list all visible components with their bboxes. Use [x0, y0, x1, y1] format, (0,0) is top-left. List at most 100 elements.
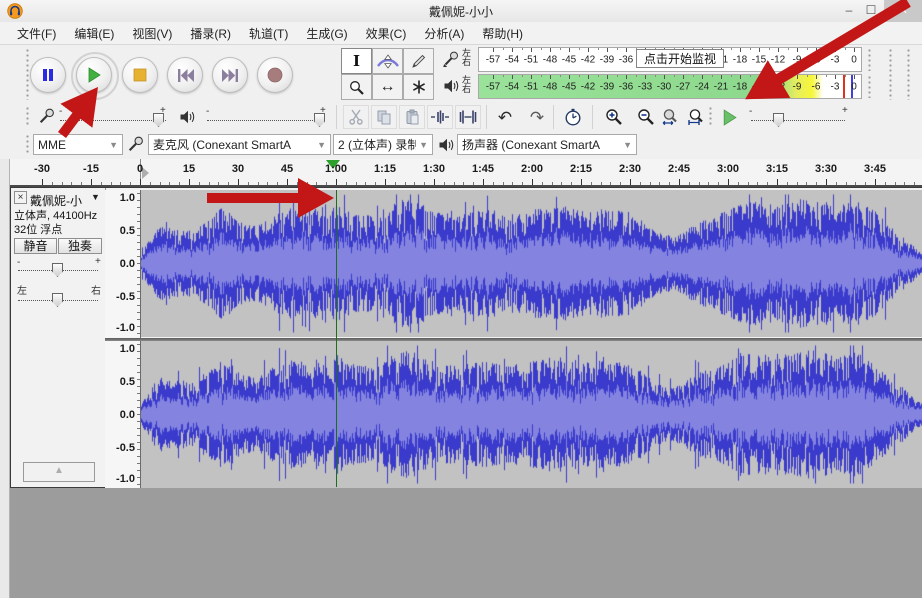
timeline-tick: [385, 179, 386, 185]
pause-button[interactable]: [30, 57, 66, 93]
empty-track-area: [10, 488, 922, 598]
menu-item[interactable]: 帮助(H): [473, 22, 532, 44]
meter-tick-minor: [845, 75, 846, 77]
paste-button[interactable]: [399, 105, 425, 129]
undo-button[interactable]: ↶: [492, 105, 518, 129]
meter-tick: [626, 75, 627, 79]
meter-tick-minor: [693, 75, 694, 77]
toolbar-separator: [486, 105, 487, 129]
meter-scale-label: -12: [771, 54, 785, 65]
zoom-tool-button[interactable]: [341, 74, 372, 100]
mute-button[interactable]: 静音: [14, 238, 57, 254]
menu-item[interactable]: 编辑(E): [65, 22, 123, 44]
menu-item[interactable]: 轨道(T): [240, 22, 297, 44]
audio-host-value: MME: [38, 138, 66, 152]
minimize-button[interactable]: –: [838, 0, 860, 22]
playback-meter-bar[interactable]: -57-54-51-48-45-42-39-36-33-30-27-24-21-…: [478, 74, 862, 99]
track-menu-dropdown[interactable]: ▼: [91, 192, 100, 202]
redo-button[interactable]: ↷: [524, 105, 550, 129]
timeline-ruler[interactable]: -30-1501530451:001:151:301:452:002:152:3…: [10, 159, 922, 187]
time-shift-tool-button[interactable]: ↔: [372, 74, 403, 100]
meter-tick: [835, 48, 836, 52]
copy-button[interactable]: [371, 105, 397, 129]
mixer-toolbar-grip[interactable]: [25, 106, 31, 127]
trim-audio-button[interactable]: [427, 105, 453, 129]
meter-tick-minor: [750, 48, 751, 50]
close-button[interactable]: ✕: [884, 0, 922, 22]
timeline-tick-minor: [503, 182, 504, 185]
play-at-speed-grip[interactable]: [708, 106, 714, 127]
silence-audio-button[interactable]: [455, 105, 481, 129]
paste-icon: [404, 109, 420, 125]
zoom-out-icon: [637, 108, 655, 126]
track-collapse-button[interactable]: ▲: [23, 462, 95, 482]
menu-item[interactable]: 播录(R): [181, 22, 240, 44]
playback-meter[interactable]: 左右 -57-54-51-48-45-42-39-36-33-30-27-24-…: [441, 73, 882, 100]
menu-item[interactable]: 生成(G): [297, 22, 356, 44]
pan-slider-thumb[interactable]: [52, 293, 63, 307]
record-icon: [267, 67, 283, 83]
input-device-select[interactable]: 麦克风 (Conexant SmartA▼: [148, 134, 331, 155]
playback-meter-grip[interactable]: [867, 75, 873, 98]
draw-tool-button[interactable]: [403, 48, 434, 74]
playback-cursor-line: [336, 190, 337, 487]
meter-tick-minor: [598, 48, 599, 50]
menu-item[interactable]: 分析(A): [415, 22, 473, 44]
fit-project-button[interactable]: [657, 105, 683, 129]
meter-scale-label: -3: [831, 54, 840, 65]
solo-button[interactable]: 独奏: [58, 238, 102, 254]
stop-button[interactable]: [122, 57, 158, 93]
maximize-button[interactable]: ☐: [860, 0, 882, 22]
selection-tool-button[interactable]: I: [341, 48, 372, 74]
amplitude-label: 0.5: [120, 225, 135, 237]
audio-host-select[interactable]: MME▼: [33, 134, 123, 155]
meter-tick: [854, 48, 855, 52]
timeline-tick-minor: [277, 182, 278, 185]
amplitude-ruler-right-channel[interactable]: 1.00.50.0-0.5-1.0: [105, 341, 141, 488]
timeline-tick-minor: [904, 182, 905, 185]
playback-volume-slider-track[interactable]: [207, 120, 325, 121]
menu-item[interactable]: 效果(C): [357, 22, 416, 44]
speed-slider-min-label: -: [749, 107, 752, 117]
track-close-button[interactable]: ×: [14, 191, 27, 204]
meter-scale-label: -21: [714, 81, 728, 92]
envelope-tool-button[interactable]: [372, 48, 403, 74]
menu-item[interactable]: 视图(V): [123, 22, 181, 44]
toolbar-dock-grip-2[interactable]: [906, 48, 912, 100]
input-channels-select[interactable]: 2 (立体声) 录制▼: [333, 134, 433, 155]
play-at-speed-button[interactable]: [716, 106, 743, 128]
speed-slider-max-label: +: [842, 106, 848, 116]
timeline-tick-minor: [81, 182, 82, 185]
meter-scale-label: -18: [733, 54, 747, 65]
speed-slider-track[interactable]: [751, 120, 845, 121]
meter-tick-minor: [826, 48, 827, 50]
menu-item[interactable]: 文件(F): [8, 22, 65, 44]
timer-record-button[interactable]: [560, 105, 586, 129]
play-button[interactable]: [76, 57, 112, 93]
fit-selection-button[interactable]: [683, 105, 709, 129]
zoom-out-button[interactable]: [633, 105, 659, 129]
amplitude-ruler-left-channel[interactable]: 1.00.50.0-0.5-1.0: [105, 190, 141, 338]
skip-to-start-button[interactable]: [167, 57, 203, 93]
playback-volume-slider-thumb[interactable]: [314, 113, 325, 127]
timeline-tick-minor: [395, 182, 396, 185]
recording-volume-slider-track[interactable]: [60, 120, 166, 121]
toolbar-dock-grip-1[interactable]: [888, 48, 894, 100]
gain-slider-thumb[interactable]: [52, 263, 63, 277]
waveform-right-channel[interactable]: [141, 341, 922, 488]
output-device-select[interactable]: 扬声器 (Conexant SmartA▼: [457, 134, 637, 155]
skip-to-end-button[interactable]: [212, 57, 248, 93]
waveform-left-channel[interactable]: [141, 190, 922, 337]
device-toolbar-grip[interactable]: [25, 134, 31, 155]
timeline-tick-minor: [699, 182, 700, 185]
meter-tick-minor: [788, 48, 789, 50]
recording-volume-slider-thumb[interactable]: [153, 113, 164, 127]
record-button[interactable]: [257, 57, 293, 93]
recording-meter-grip[interactable]: [867, 48, 873, 71]
multi-tool-button[interactable]: [403, 74, 434, 100]
speed-slider-thumb[interactable]: [773, 113, 784, 127]
zoom-in-button[interactable]: [601, 105, 627, 129]
timeline-tick-minor: [846, 182, 847, 185]
timeline-tick-minor: [111, 182, 112, 185]
cut-button[interactable]: [343, 105, 369, 129]
